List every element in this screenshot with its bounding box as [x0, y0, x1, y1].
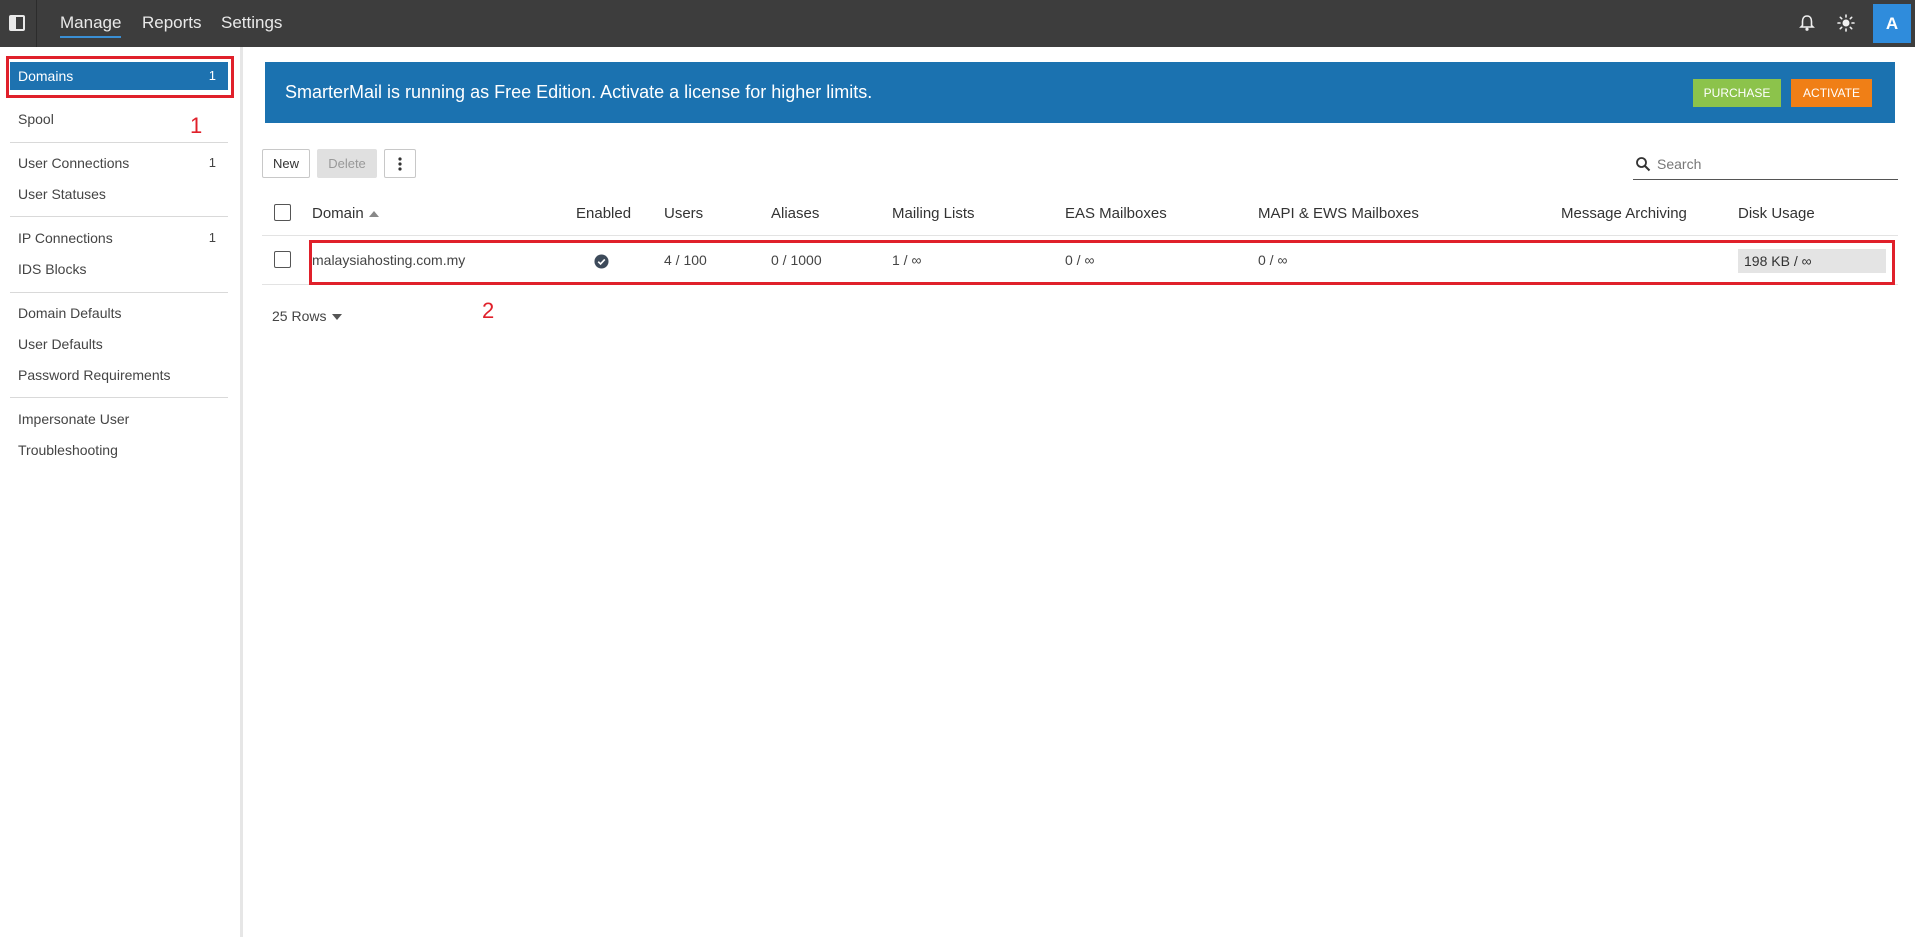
sidebar-item-impersonate-user[interactable]: Impersonate User	[10, 405, 228, 433]
sidebar-item-label: Domain Defaults	[18, 305, 122, 321]
rows-per-page-select[interactable]: 25 Rows	[272, 308, 343, 324]
activate-button[interactable]: ACTIVATE	[1791, 79, 1872, 107]
delete-button[interactable]: Delete	[317, 149, 377, 178]
more-options-button[interactable]	[384, 149, 416, 178]
select-all-checkbox[interactable]	[274, 204, 291, 221]
tab-reports[interactable]: Reports	[142, 13, 202, 33]
search-box	[1633, 150, 1898, 180]
sidebar-divider	[10, 292, 228, 293]
sidebar-toggle-icon[interactable]	[8, 14, 26, 32]
sidebar-item-count: 1	[208, 155, 216, 170]
column-header-disk-usage[interactable]: Disk Usage	[1738, 205, 1815, 222]
more-vertical-icon	[398, 157, 402, 171]
purchase-button[interactable]: PURCHASE	[1693, 79, 1781, 107]
sidebar-divider	[10, 216, 228, 217]
column-header-domain[interactable]: Domain	[312, 205, 379, 222]
sidebar-item-label: Spool	[18, 111, 54, 127]
caret-down-icon	[332, 314, 343, 321]
sidebar-item-ids-blocks[interactable]: IDS Blocks	[10, 255, 228, 283]
sidebar-item-label: Impersonate User	[18, 411, 130, 427]
column-header-label: Domain	[312, 205, 364, 222]
search-icon	[1636, 157, 1651, 172]
row-checkbox[interactable]	[274, 251, 291, 268]
sidebar-item-label: User Statuses	[18, 186, 106, 202]
sidebar-item-label: User Defaults	[18, 336, 103, 352]
highlight-box-domain-row	[309, 240, 1895, 285]
user-avatar[interactable]: A	[1873, 4, 1911, 43]
column-header-users[interactable]: Users	[664, 205, 703, 222]
sidebar-divider	[10, 397, 228, 398]
sidebar-item-label: Troubleshooting	[18, 442, 118, 458]
sidebar: Domains 1 Spool User Connections 1 User …	[0, 47, 243, 937]
sidebar-item-password-requirements[interactable]: Password Requirements	[10, 361, 228, 389]
sidebar-item-troubleshooting[interactable]: Troubleshooting	[10, 436, 228, 464]
new-button[interactable]: New	[262, 149, 310, 178]
column-header-mailing-lists[interactable]: Mailing Lists	[892, 205, 975, 222]
banner-message: SmarterMail is running as Free Edition. …	[285, 82, 873, 102]
annotation-number-2: 2	[482, 298, 495, 323]
rows-per-page-label: 25 Rows	[272, 308, 327, 324]
topbar-divider	[36, 0, 37, 47]
tab-manage[interactable]: Manage	[60, 13, 122, 38]
search-input[interactable]	[1657, 153, 1887, 175]
bell-icon[interactable]	[1797, 13, 1817, 33]
sun-icon[interactable]	[1836, 13, 1856, 33]
sidebar-item-user-defaults[interactable]: User Defaults	[10, 330, 228, 358]
sidebar-item-ip-connections[interactable]: IP Connections 1	[10, 224, 228, 252]
license-banner: SmarterMail is running as Free Edition. …	[265, 62, 1895, 123]
tab-settings[interactable]: Settings	[221, 13, 282, 33]
column-header-message-archiving[interactable]: Message Archiving	[1561, 205, 1687, 222]
sidebar-item-label: User Connections	[18, 155, 130, 171]
table-header: Domain Enabled Users Aliases Mailing Lis…	[262, 198, 1898, 236]
sidebar-item-count: 1	[208, 230, 216, 245]
sidebar-divider	[10, 142, 228, 143]
sidebar-item-domain-defaults[interactable]: Domain Defaults	[10, 299, 228, 327]
annotation-number-1: 1	[190, 113, 203, 138]
sidebar-item-label: Password Requirements	[18, 367, 171, 383]
column-header-mapi-ews-mailboxes[interactable]: MAPI & EWS Mailboxes	[1258, 205, 1419, 222]
highlight-box-domains	[6, 56, 234, 98]
sidebar-item-label: IP Connections	[18, 230, 113, 246]
column-header-aliases[interactable]: Aliases	[771, 205, 819, 222]
column-header-enabled[interactable]: Enabled	[576, 205, 631, 222]
sort-ascending-icon	[368, 211, 379, 218]
sidebar-item-label: IDS Blocks	[18, 261, 87, 277]
sidebar-item-user-statuses[interactable]: User Statuses	[10, 180, 228, 208]
sidebar-item-user-connections[interactable]: User Connections 1	[10, 149, 228, 177]
top-navigation-bar: Manage Reports Settings A	[0, 0, 1915, 47]
column-header-eas-mailboxes[interactable]: EAS Mailboxes	[1065, 205, 1167, 222]
